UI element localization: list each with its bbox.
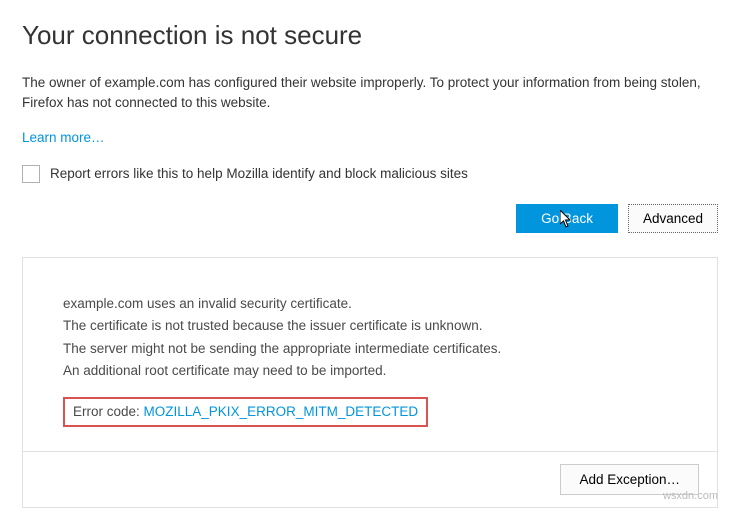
report-errors-checkbox[interactable]	[22, 165, 40, 183]
action-button-row: Go Back Advanced	[22, 204, 718, 233]
report-errors-row: Report errors like this to help Mozilla …	[22, 164, 718, 184]
report-errors-label: Report errors like this to help Mozilla …	[50, 164, 468, 184]
cert-reason-3: An additional root certificate may need …	[63, 361, 677, 381]
page-title: Your connection is not secure	[22, 16, 718, 55]
watermark-text: wsxdn.com	[663, 488, 718, 505]
panel-footer: Add Exception…	[23, 451, 717, 507]
go-back-label: Go Back	[541, 211, 593, 226]
error-code-box: Error code: MOZILLA_PKIX_ERROR_MITM_DETE…	[63, 397, 428, 427]
cert-invalid-text: example.com uses an invalid security cer…	[63, 294, 677, 314]
error-code-link[interactable]: MOZILLA_PKIX_ERROR_MITM_DETECTED	[144, 404, 419, 419]
cert-reasons: The certificate is not trusted because t…	[63, 316, 677, 381]
cert-reason-1: The certificate is not trusted because t…	[63, 316, 677, 336]
advanced-button[interactable]: Advanced	[628, 204, 718, 233]
go-back-button[interactable]: Go Back	[516, 204, 618, 233]
learn-more-link[interactable]: Learn more…	[22, 128, 105, 148]
advanced-details-panel: example.com uses an invalid security cer…	[22, 257, 718, 508]
cert-reason-2: The server might not be sending the appr…	[63, 339, 677, 359]
error-code-label: Error code:	[73, 404, 144, 419]
warning-description: The owner of example.com has configured …	[22, 73, 718, 114]
